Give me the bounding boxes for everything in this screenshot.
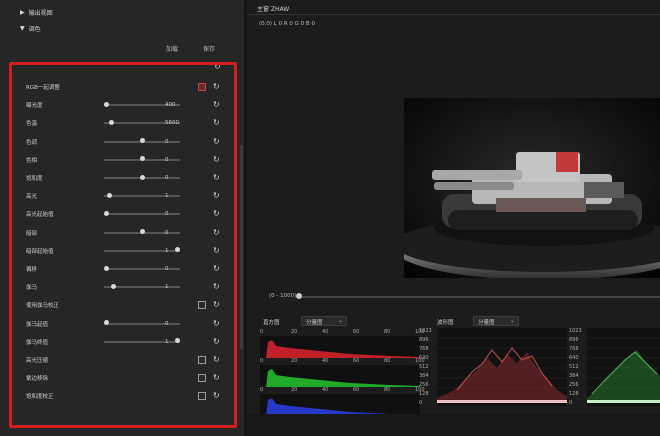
viewer-title: 主窗 ZHAW <box>257 6 290 13</box>
highlight-box <box>9 62 237 428</box>
histogram-tick-label: 40 <box>322 358 329 364</box>
histogram-tick-label: 80 <box>384 329 391 335</box>
histogram-mode-dropdown[interactable]: 分量图 ⌄ <box>301 316 347 326</box>
save-column-header[interactable]: 保存 <box>203 44 215 53</box>
histogram-red <box>260 336 420 358</box>
title-divider <box>247 14 660 15</box>
dropdown-value: 分量图 <box>306 320 323 326</box>
timeline-slider[interactable] <box>299 296 660 298</box>
waveform-tick-label: 896 <box>419 337 429 343</box>
histogram-plot <box>260 369 420 387</box>
waveform-tick-label: 640 <box>419 355 429 361</box>
waveform-tick-label: 0 <box>419 400 423 406</box>
waveform-tick-label: 128 <box>419 391 429 397</box>
viewer-panel: 主窗 ZHAW (0,0) L 0 R 0 G 0 B 0 (0 - 1000)… <box>247 0 660 436</box>
waveform-green-plot <box>587 337 660 403</box>
waveform-tick-label: 256 <box>569 382 579 388</box>
waveform-tick-label: 768 <box>569 346 579 352</box>
histogram-blue <box>260 394 420 416</box>
waveform-mode-dropdown[interactable]: 分量图 ⌄ <box>473 316 519 326</box>
histogram-tick-label: 60 <box>353 358 360 364</box>
waveform-axis: 1023 896 768 640 512 384 256 128 0 <box>569 328 585 406</box>
histogram-tick-label: 0 <box>260 329 264 335</box>
histogram-label: 直方图 <box>263 320 280 326</box>
histogram-plot <box>260 340 420 358</box>
tree-item-color[interactable]: ▼ 调色 <box>20 24 41 33</box>
waveform-label: 波形图 <box>437 320 454 326</box>
pixel-readout: (0,0) L 0 R 0 G 0 B 0 <box>259 21 315 27</box>
histogram-ticks: 0 20 40 60 80 100 <box>260 387 425 394</box>
waveform-tick-label: 0 <box>569 400 573 406</box>
histogram-ticks: 0 20 40 60 80 100 <box>260 329 425 336</box>
histogram-tick-label: 20 <box>291 329 298 335</box>
render-viewport[interactable] <box>404 98 660 278</box>
dropdown-value: 分量图 <box>478 320 495 326</box>
panel-scrollbar[interactable] <box>240 145 243 350</box>
histogram-green <box>260 365 420 387</box>
histogram-tick-label: 80 <box>384 387 391 393</box>
status-bar <box>247 414 660 436</box>
waveform-tick-label: 128 <box>569 391 579 397</box>
waveform-tick-label: 384 <box>569 373 579 379</box>
frame-range-label: (0 - 1000) <box>269 293 297 299</box>
waveform-tick-label: 384 <box>419 373 429 379</box>
histogram-tick-label: 0 <box>260 387 264 393</box>
chevron-down-icon: ⌄ <box>337 317 343 324</box>
waveform-tick-label: 1023 <box>569 328 582 334</box>
histogram-tick-label: 40 <box>322 329 329 335</box>
waveform-axis: 1023 896 768 640 512 384 256 128 0 <box>419 328 435 406</box>
expand-arrow-icon[interactable]: ▶ <box>20 9 25 16</box>
load-column-header[interactable]: 加载 <box>166 44 178 53</box>
histogram-plot <box>260 398 420 416</box>
histogram-tick-label: 40 <box>322 387 329 393</box>
waveform-red <box>437 328 567 406</box>
histogram-ticks: 0 20 40 60 80 100 <box>260 358 425 365</box>
histogram-tick-label: 60 <box>353 329 360 335</box>
histogram-tick-label: 80 <box>384 358 391 364</box>
waveform-green <box>587 328 660 406</box>
collapse-arrow-icon[interactable]: ▼ <box>20 25 25 32</box>
waveform-tick-label: 512 <box>569 364 579 370</box>
tank-render-image <box>404 98 660 278</box>
histogram-tick-label: 20 <box>291 358 298 364</box>
tree-item-output-view[interactable]: ▶ 输出视图 <box>20 8 53 17</box>
waveform-red-plot <box>437 337 567 403</box>
waveform-tick-label: 640 <box>569 355 579 361</box>
waveform-tick-label: 512 <box>419 364 429 370</box>
histogram-tick-label: 0 <box>260 358 264 364</box>
histogram-tick-label: 60 <box>353 387 360 393</box>
tree-item-label: 调色 <box>28 26 41 33</box>
tree-item-label: 输出视图 <box>28 10 53 17</box>
waveform-tick-label: 896 <box>569 337 579 343</box>
chevron-down-icon: ⌄ <box>509 317 515 324</box>
histogram-tick-label: 20 <box>291 387 298 393</box>
color-panel: ▶ 输出视图 ▼ 调色 加载 保存 RGB一起调整 ↻ 曝光度 400 ↻ 色温 5600 ↻… <box>0 0 244 436</box>
timeline-handle[interactable] <box>296 293 302 299</box>
waveform-tick-label: 768 <box>419 346 429 352</box>
waveform-tick-label: 1023 <box>419 328 432 334</box>
waveform-tick-label: 256 <box>419 382 429 388</box>
